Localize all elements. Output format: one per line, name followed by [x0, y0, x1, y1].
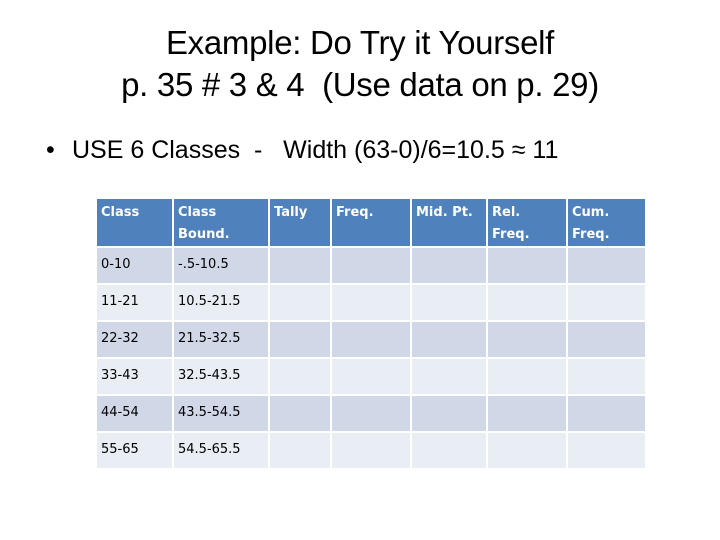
cell-class-boundaries: 54.5-65.5 — [174, 433, 268, 468]
table-row: 0-10 -.5-10.5 — [97, 248, 645, 283]
cell-midpoint — [412, 359, 486, 394]
cell-tally — [270, 433, 330, 468]
cell-class-boundaries: 32.5-43.5 — [174, 359, 268, 394]
bullet-text: USE 6 Classes - Width (63-0)/6=10.5 ≈ 11 — [72, 136, 559, 164]
cell-midpoint — [412, 396, 486, 431]
column-header-frequency: Freq. — [332, 199, 410, 246]
cell-tally — [270, 322, 330, 357]
slide-title: Example: Do Try it Yourself p. 35 # 3 & … — [0, 22, 720, 106]
cell-cumulative-frequency — [568, 285, 645, 320]
slide-title-line-2: p. 35 # 3 & 4 (Use data on p. 29) — [121, 66, 599, 103]
table-row: 33-43 32.5-43.5 — [97, 359, 645, 394]
table-row: 55-65 54.5-65.5 — [97, 433, 645, 468]
column-header-relative-frequency: Rel. Freq. — [488, 199, 566, 246]
cell-class: 55-65 — [97, 433, 172, 468]
cell-relative-frequency — [488, 433, 566, 468]
column-header-class-boundaries: Class Bound. — [174, 199, 268, 246]
cell-frequency — [332, 359, 410, 394]
column-header-cumulative-frequency: Cum. Freq. — [568, 199, 645, 246]
table-row: 44-54 43.5-54.5 — [97, 396, 645, 431]
table-row: 22-32 21.5-32.5 — [97, 322, 645, 357]
cell-relative-frequency — [488, 285, 566, 320]
cell-class: 0-10 — [97, 248, 172, 283]
cell-tally — [270, 396, 330, 431]
cell-tally — [270, 359, 330, 394]
cell-cumulative-frequency — [568, 322, 645, 357]
cell-class: 44-54 — [97, 396, 172, 431]
cell-class-boundaries: 21.5-32.5 — [174, 322, 268, 357]
cell-relative-frequency — [488, 396, 566, 431]
cell-frequency — [332, 433, 410, 468]
cell-class: 11-21 — [97, 285, 172, 320]
cell-cumulative-frequency — [568, 359, 645, 394]
cell-midpoint — [412, 433, 486, 468]
cell-relative-frequency — [488, 322, 566, 357]
cell-frequency — [332, 285, 410, 320]
cell-cumulative-frequency — [568, 248, 645, 283]
cell-frequency — [332, 396, 410, 431]
cell-class-boundaries: 10.5-21.5 — [174, 285, 268, 320]
cell-midpoint — [412, 285, 486, 320]
table-header-row: Class Class Bound. Tally Freq. Mid. Pt. … — [97, 199, 645, 246]
slide-title-line-1: Example: Do Try it Yourself — [165, 24, 555, 61]
bullet-icon: • — [46, 136, 55, 164]
cell-class-boundaries: -.5-10.5 — [174, 248, 268, 283]
cell-frequency — [332, 248, 410, 283]
cell-tally — [270, 285, 330, 320]
cell-class: 33-43 — [97, 359, 172, 394]
column-header-midpoint: Mid. Pt. — [412, 199, 486, 246]
cell-class-boundaries: 43.5-54.5 — [174, 396, 268, 431]
cell-relative-frequency — [488, 359, 566, 394]
cell-class: 22-32 — [97, 322, 172, 357]
cell-relative-frequency — [488, 248, 566, 283]
table-row: 11-21 10.5-21.5 — [97, 285, 645, 320]
cell-frequency — [332, 322, 410, 357]
cell-midpoint — [412, 322, 486, 357]
column-header-tally: Tally — [270, 199, 330, 246]
cell-cumulative-frequency — [568, 396, 645, 431]
frequency-table: Class Class Bound. Tally Freq. Mid. Pt. … — [95, 197, 647, 470]
bullet-item: • USE 6 Classes - Width (63-0)/6=10.5 ≈ 1… — [46, 132, 558, 168]
cell-cumulative-frequency — [568, 433, 645, 468]
cell-midpoint — [412, 248, 486, 283]
column-header-class: Class — [97, 199, 172, 246]
cell-tally — [270, 248, 330, 283]
